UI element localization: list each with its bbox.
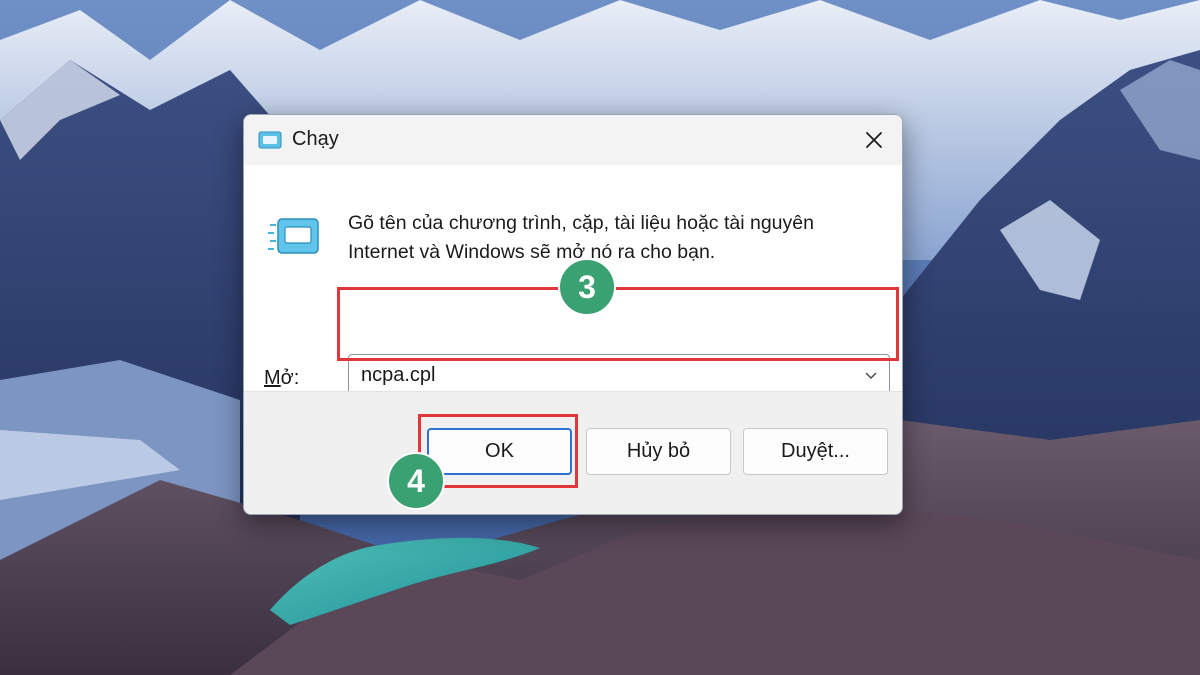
open-input[interactable]: ncpa.cpl bbox=[361, 364, 436, 387]
cancel-button[interactable]: Hủy bỏ bbox=[586, 428, 731, 475]
step-badge-3: 3 bbox=[558, 258, 616, 316]
open-label: Mở: bbox=[264, 367, 299, 390]
browse-button[interactable]: Duyệt... bbox=[743, 428, 888, 475]
dialog-description: Gõ tên của chương trình, cặp, tài liệu h… bbox=[348, 209, 888, 267]
open-label-accesskey: M bbox=[264, 367, 281, 389]
run-app-icon bbox=[258, 131, 282, 149]
dialog-title: Chạy bbox=[292, 128, 339, 150]
step-badge-4: 4 bbox=[387, 452, 445, 510]
run-app-icon bbox=[268, 218, 319, 254]
close-icon bbox=[866, 132, 882, 148]
chevron-down-icon[interactable] bbox=[863, 368, 879, 382]
description-line-1: Gõ tên của chương trình, cặp, tài liệu h… bbox=[348, 212, 814, 234]
title-bar[interactable]: Chạy bbox=[244, 115, 902, 165]
highlight-open-field bbox=[337, 287, 899, 361]
open-label-rest: ở: bbox=[280, 367, 300, 389]
close-button[interactable] bbox=[846, 115, 902, 165]
description-line-2: Internet và Windows sẽ mở nó ra cho bạn. bbox=[348, 241, 716, 263]
